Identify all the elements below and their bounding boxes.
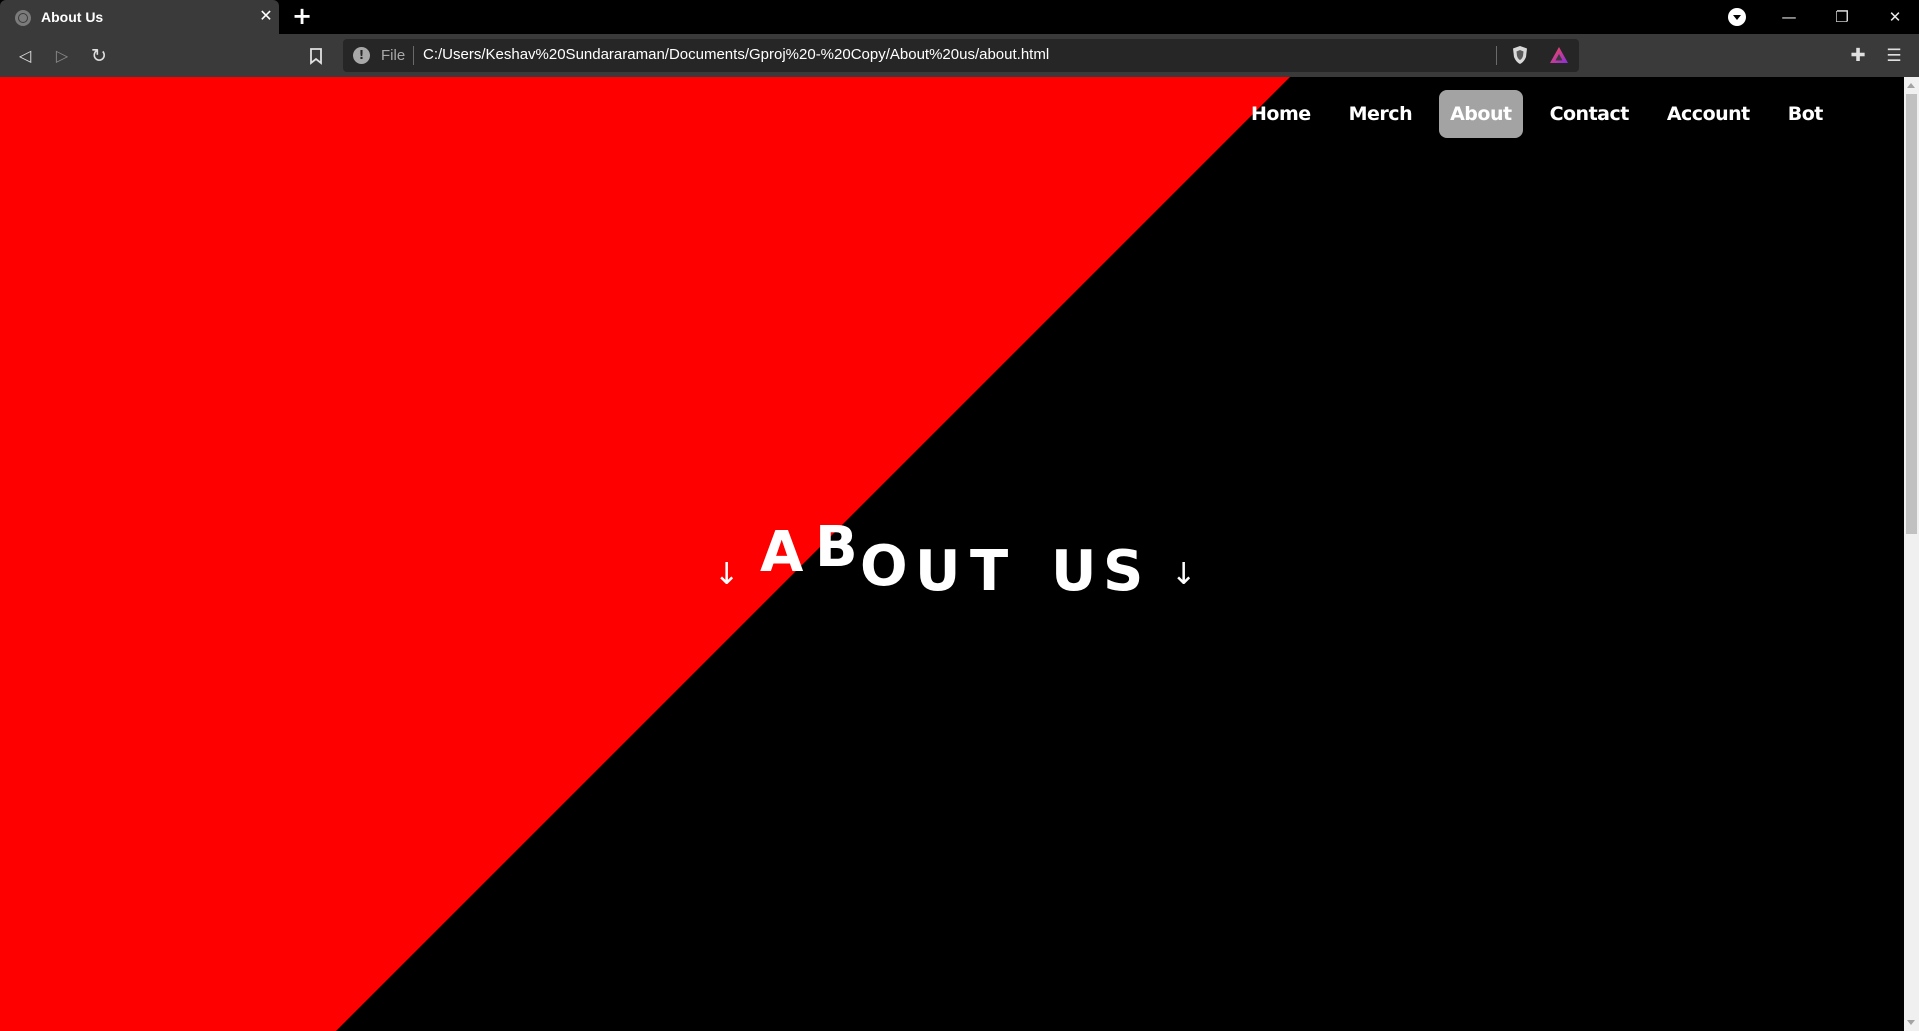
extensions-icon[interactable]: ✚ [1845,43,1871,69]
hero-letter-reflection: S [1103,740,1144,805]
hero-letter: T [970,539,1009,604]
down-arrow-right-icon: ↓ [1171,557,1197,592]
restore-button[interactable]: ❐ [1827,4,1857,30]
brave-shield-icon[interactable] [1511,45,1529,65]
browser-toolbar: ◁ ▷ ↻ ! File C:/Users/Keshav%20Sundarara… [0,34,1919,77]
hero-letter: O [860,534,908,599]
menu-icon[interactable]: ☰ [1881,43,1907,69]
url-text[interactable]: C:/Users/Keshav%20Sundararaman/Documents… [423,46,1049,63]
hero-letter: U [1051,539,1097,604]
reload-button[interactable]: ↻ [86,43,112,69]
profile-menu-icon[interactable] [1728,8,1746,26]
scrollbar-thumb[interactable] [1906,94,1917,534]
hero-heading: ↓ ↓ A B O U T U S A B O U T U S [0,77,1904,1031]
url-scheme-label: File [381,47,406,64]
globe-icon [15,10,31,26]
scroll-down-icon[interactable] [1907,1020,1915,1025]
divider [413,46,414,65]
hero-letter: S [1103,539,1144,604]
tab-about-us[interactable]: About Us ✕ [0,0,279,34]
hero-letter-reflection: U [915,740,961,805]
scroll-up-icon[interactable] [1907,83,1915,88]
minimize-button[interactable]: — [1774,4,1804,30]
tab-strip: About Us ✕ + — ❐ ✕ [0,0,1919,34]
forward-button[interactable]: ▷ [49,43,75,69]
hero-letter: A [760,520,804,585]
new-tab-button[interactable]: + [290,4,314,29]
address-bar[interactable]: ! File C:/Users/Keshav%20Sundararaman/Do… [343,39,1579,72]
close-window-button[interactable]: ✕ [1880,4,1910,30]
hero-letter: U [915,539,961,604]
hero-letter-reflection: B [815,764,858,829]
tab-title: About Us [41,9,104,25]
hero-letter-reflection: O [860,745,908,810]
page-scrollbar[interactable] [1904,77,1919,1031]
browser-window: About Us ✕ + — ❐ ✕ ◁ ▷ ↻ ! File C:/Users… [0,0,1919,1031]
hero-letter-reflection: T [970,740,1009,805]
bookmark-icon [310,48,322,65]
hero-letter-reflection: A [760,759,804,824]
down-arrow-left-icon: ↓ [714,557,740,592]
divider [1496,46,1497,65]
hero-letter: B [815,515,858,580]
brave-rewards-icon[interactable] [1549,46,1569,64]
hero-letter-reflection: U [1051,740,1097,805]
back-button[interactable]: ◁ [12,43,38,69]
page-viewport: Home Merch About Contact Account Bot ↓ ↓… [0,77,1904,1031]
bookmark-button[interactable] [303,43,329,69]
info-icon[interactable]: ! [353,47,370,64]
tab-close-icon[interactable]: ✕ [257,7,275,25]
